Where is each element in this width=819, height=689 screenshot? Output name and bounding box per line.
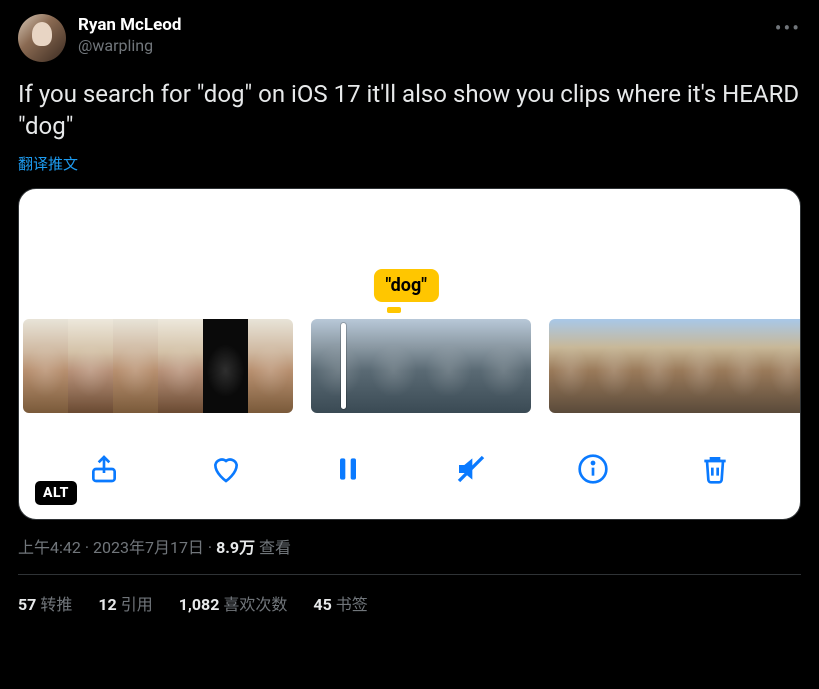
share-icon[interactable] — [86, 451, 122, 487]
playhead-marker — [387, 307, 401, 313]
display-name: Ryan McLeod — [78, 14, 763, 36]
tweet-meta: 上午4:42 · 2023年7月17日 · 8.9万 查看 — [18, 534, 801, 575]
likes-stat[interactable]: 1,082喜欢次数 — [179, 591, 288, 615]
bookmarks-stat[interactable]: 45书签 — [313, 591, 367, 615]
trash-icon[interactable] — [697, 451, 733, 487]
handle: @warpling — [78, 36, 763, 57]
tweet-time[interactable]: 上午4:42 — [18, 538, 81, 557]
media-card[interactable]: "dog" — [18, 188, 801, 520]
clip-thumbnail[interactable] — [311, 319, 531, 413]
retweets-stat[interactable]: 57转推 — [18, 591, 72, 615]
translate-link[interactable]: 翻译推文 — [18, 153, 78, 174]
author-block[interactable]: Ryan McLeod @warpling — [78, 14, 763, 57]
more-icon[interactable]: ••• — [775, 14, 801, 40]
search-term-tooltip: "dog" — [373, 269, 439, 302]
playhead[interactable] — [341, 323, 346, 409]
info-icon[interactable] — [575, 451, 611, 487]
views-count: 8.9万 — [216, 538, 255, 557]
avatar[interactable] — [18, 14, 66, 62]
mute-icon[interactable] — [453, 451, 489, 487]
clip-thumbnail[interactable] — [23, 319, 293, 413]
tweet-text: If you search for "dog" on iOS 17 it'll … — [18, 78, 801, 143]
tweet-container: Ryan McLeod @warpling ••• If you search … — [0, 0, 819, 615]
tweet-header: Ryan McLeod @warpling ••• — [18, 14, 801, 62]
clip-thumbnail[interactable] — [549, 319, 801, 413]
heart-icon[interactable] — [208, 451, 244, 487]
video-timeline[interactable] — [19, 319, 800, 413]
tweet-date[interactable]: 2023年7月17日 — [93, 538, 204, 557]
quotes-stat[interactable]: 12引用 — [98, 591, 152, 615]
tweet-stats: 57转推 12引用 1,082喜欢次数 45书签 — [18, 575, 801, 615]
views-label: 查看 — [255, 538, 291, 557]
alt-badge[interactable]: ALT — [35, 481, 77, 505]
media-toolbar — [19, 441, 800, 497]
pause-icon[interactable] — [330, 451, 366, 487]
